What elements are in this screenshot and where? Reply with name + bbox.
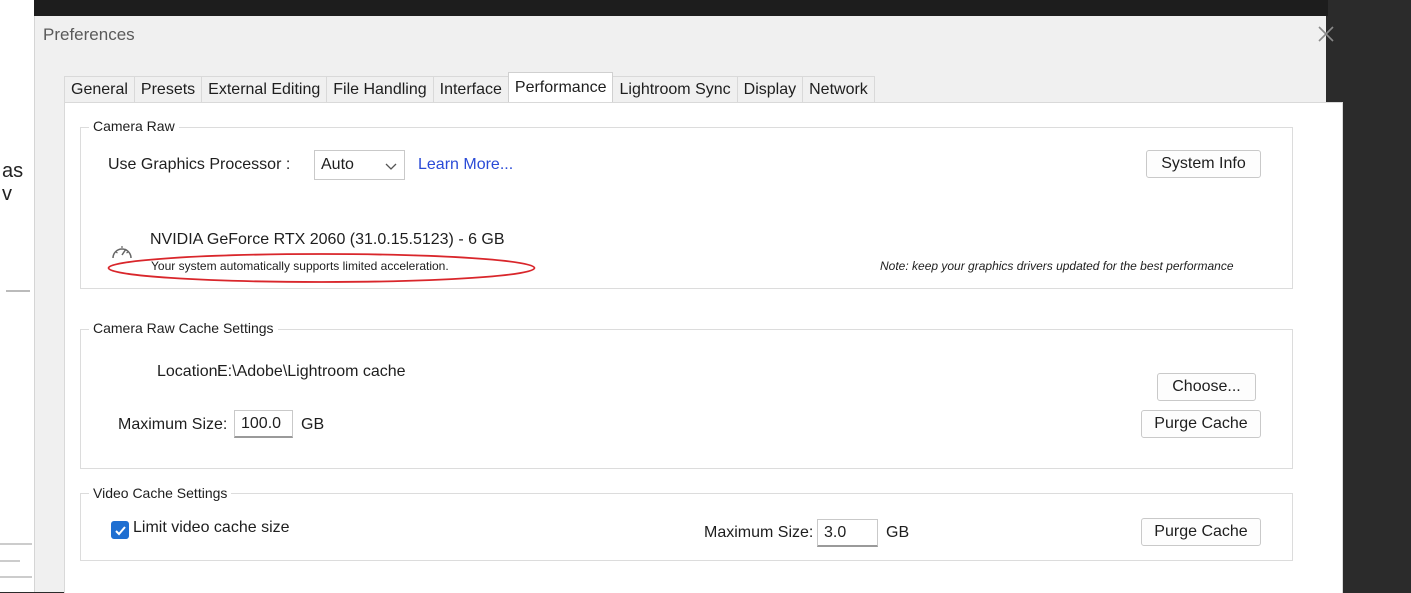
tab-bar: General Presets External Editing File Ha… [64, 72, 875, 102]
purge-cache-button[interactable]: Purge Cache [1141, 410, 1261, 438]
tab-external-editing[interactable]: External Editing [201, 76, 328, 102]
tab-network[interactable]: Network [802, 76, 875, 102]
tab-interface[interactable]: Interface [432, 76, 509, 102]
video-cache-unit: GB [886, 524, 910, 541]
tab-label: External Editing [208, 80, 321, 98]
gpu-select-value: Auto [321, 156, 354, 173]
tab-label: Performance [514, 78, 607, 96]
gpu-label: Use Graphics Processor : [108, 156, 291, 173]
background-page: as v [0, 0, 34, 592]
tab-label: File Handling [333, 80, 427, 98]
tab-display[interactable]: Display [736, 76, 804, 102]
purge-video-cache-button[interactable]: Purge Cache [1141, 518, 1261, 546]
video-cache-group-title: Video Cache Settings [89, 485, 232, 501]
performance-panel: Camera Raw Use Graphics Processor : Auto… [64, 102, 1343, 593]
tab-label: Presets [140, 80, 196, 98]
gpu-name: NVIDIA GeForce RTX 2060 (31.0.15.5123) -… [150, 231, 505, 248]
background-line [0, 560, 20, 562]
tab-presets[interactable]: Presets [133, 76, 203, 102]
choose-location-button[interactable]: Choose... [1157, 373, 1256, 401]
background-top-strip [34, 0, 1328, 16]
background-text-fragment: as v [2, 160, 24, 205]
background-line [6, 290, 30, 292]
gpu-status-text: Your system automatically supports limit… [151, 259, 449, 273]
tab-performance[interactable]: Performance [507, 72, 614, 102]
tab-lightroom-sync[interactable]: Lightroom Sync [612, 76, 738, 102]
video-cache-max-size-label: Maximum Size: [704, 524, 814, 541]
dialog-title: Preferences [43, 25, 135, 44]
tab-label: General [71, 80, 128, 98]
limit-video-cache-checkbox[interactable] [111, 521, 129, 539]
cache-location-value: E:\Adobe\Lightroom cache [217, 363, 406, 380]
checkmark-icon [114, 525, 126, 535]
system-info-button[interactable]: System Info [1146, 150, 1261, 178]
background-line [0, 543, 32, 545]
camera-raw-group-title: Camera Raw [89, 118, 179, 134]
cache-location-label: Location: [157, 363, 222, 380]
cache-settings-group-title: Camera Raw Cache Settings [89, 320, 278, 336]
preferences-dialog: Preferences General Presets External Edi… [34, 16, 1343, 593]
tab-label: Display [743, 80, 797, 98]
tab-file-handling[interactable]: File Handling [326, 76, 434, 102]
tab-general[interactable]: General [64, 76, 135, 102]
limit-video-cache-label: Limit video cache size [133, 519, 290, 536]
tab-label: Lightroom Sync [619, 80, 731, 98]
background-line [0, 576, 32, 578]
video-cache-max-size-input[interactable]: 3.0 [817, 519, 878, 547]
learn-more-link[interactable]: Learn More... [418, 156, 513, 174]
close-icon [1318, 26, 1334, 42]
cache-unit: GB [301, 416, 325, 433]
gpu-select[interactable]: Auto [314, 150, 405, 180]
cache-max-size-input[interactable]: 100.0 [234, 410, 293, 438]
chevron-down-icon [385, 163, 397, 170]
close-button[interactable] [1312, 20, 1340, 48]
tab-label: Network [809, 80, 868, 98]
performance-gauge-icon [112, 246, 132, 259]
tab-label: Interface [439, 80, 502, 98]
cache-max-size-label: Maximum Size: [118, 416, 228, 433]
cache-settings-group [80, 329, 1293, 469]
driver-note: Note: keep your graphics drivers updated… [880, 259, 1234, 273]
